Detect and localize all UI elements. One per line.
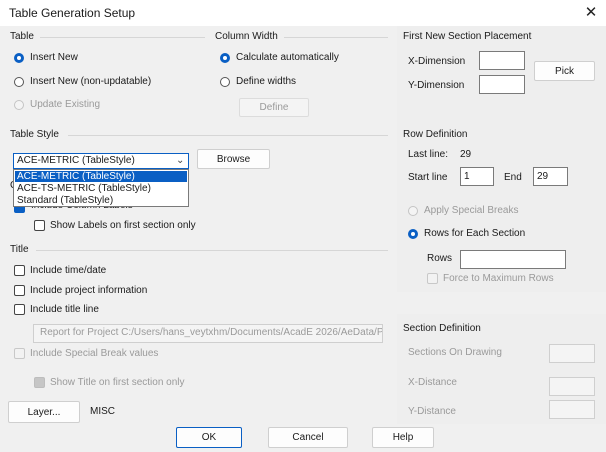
table-style-option[interactable]: Standard (TableStyle) — [16, 195, 113, 206]
y-dimension-label: Y-Dimension — [408, 80, 465, 91]
row-definition-header: Row Definition — [403, 129, 468, 140]
insert-new-label[interactable]: Insert New — [30, 52, 78, 63]
force-max-rows-label[interactable]: Force to Maximum Rows — [443, 273, 554, 284]
end-label: End — [504, 172, 522, 183]
table-style-option[interactable]: ACE-METRIC (TableStyle) — [15, 171, 187, 182]
title-line-input[interactable]: Report for Project C:/Users/hans_veytxhm… — [33, 324, 383, 343]
x-distance-input[interactable] — [549, 377, 595, 396]
sections-on-drawing-input[interactable] — [549, 344, 595, 363]
layer-value: MISC — [90, 406, 115, 417]
x-dimension-label: X-Dimension — [408, 56, 466, 67]
section-definition-header: Section Definition — [403, 323, 481, 334]
rows-input[interactable] — [460, 250, 566, 269]
include-title-line-label[interactable]: Include title line — [30, 304, 99, 315]
insert-new-nonupdatable-label[interactable]: Insert New (non-updatable) — [30, 76, 151, 87]
table-style-header: Table Style — [10, 129, 59, 140]
table-group-header: Table — [10, 31, 34, 42]
show-title-first-label[interactable]: Show Title on first section only — [50, 377, 185, 388]
pick-button[interactable]: Pick — [534, 61, 595, 81]
table-style-option[interactable]: ACE-TS-METRIC (TableStyle) — [16, 183, 151, 194]
y-distance-label: Y-Distance — [408, 406, 456, 417]
sections-on-drawing-label: Sections On Drawing — [408, 347, 502, 358]
table-style-separator — [68, 135, 388, 136]
include-time-checkbox[interactable] — [14, 265, 25, 276]
force-max-rows-checkbox[interactable] — [427, 273, 438, 284]
first-new-header: First New Section Placement — [403, 31, 532, 42]
include-project-checkbox[interactable] — [14, 285, 25, 296]
column-width-separator — [284, 37, 388, 38]
insert-new-nonupdatable-radio[interactable] — [14, 77, 24, 87]
ok-button[interactable]: OK — [176, 427, 242, 448]
start-line-label: Start line — [408, 172, 448, 183]
calc-auto-label[interactable]: Calculate automatically — [236, 52, 339, 63]
layer-button[interactable]: Layer... — [8, 401, 80, 423]
table-style-combo[interactable]: ACE-METRIC (TableStyle) ⌄ — [13, 153, 189, 169]
column-width-header: Column Width — [215, 31, 278, 42]
rows-each-section-radio[interactable] — [408, 229, 418, 239]
y-dimension-input[interactable] — [479, 75, 525, 94]
update-existing-label[interactable]: Update Existing — [30, 99, 100, 110]
show-labels-first-label[interactable]: Show Labels on first section only — [50, 220, 196, 231]
insert-new-radio[interactable] — [14, 53, 24, 63]
define-widths-label[interactable]: Define widths — [236, 76, 296, 87]
table-separator — [40, 37, 205, 38]
define-button[interactable]: Define — [239, 98, 309, 117]
last-line-value: 29 — [460, 149, 472, 160]
close-button[interactable]: ✕ — [580, 2, 602, 22]
title-line-text: Report for Project C:/Users/hans_veytxhm… — [40, 327, 383, 338]
cancel-button[interactable]: Cancel — [268, 427, 348, 448]
window-title: Table Generation Setup — [9, 6, 136, 20]
include-time-label[interactable]: Include time/date — [30, 265, 106, 276]
include-title-line-checkbox[interactable] — [14, 304, 25, 315]
apply-special-breaks-label[interactable]: Apply Special Breaks — [424, 205, 519, 216]
include-project-label[interactable]: Include project information — [30, 285, 147, 296]
show-title-first-checkbox[interactable] — [34, 377, 45, 388]
show-labels-first-checkbox[interactable] — [34, 220, 45, 231]
x-dimension-input[interactable] — [479, 51, 525, 70]
end-input[interactable] — [533, 167, 568, 186]
chevron-down-icon: ⌄ — [176, 155, 185, 166]
table-style-dropdown-list[interactable]: ACE-METRIC (TableStyle) ACE-TS-METRIC (T… — [13, 169, 189, 207]
calc-auto-radio[interactable] — [220, 53, 230, 63]
update-existing-radio[interactable] — [14, 100, 24, 110]
close-icon: ✕ — [584, 4, 598, 21]
help-button[interactable]: Help — [372, 427, 434, 448]
table-style-combo-value: ACE-METRIC (TableStyle) — [17, 155, 135, 166]
x-distance-label: X-Distance — [408, 377, 457, 388]
last-line-label: Last line: — [408, 149, 449, 160]
start-line-input[interactable] — [460, 167, 494, 186]
title-header: Title — [10, 244, 29, 255]
include-special-break-label[interactable]: Include Special Break values — [30, 348, 158, 359]
define-widths-radio[interactable] — [220, 77, 230, 87]
title-separator — [36, 250, 388, 251]
browse-button[interactable]: Browse — [197, 149, 270, 169]
include-special-break-checkbox[interactable] — [14, 348, 25, 359]
apply-special-breaks-radio[interactable] — [408, 206, 418, 216]
rows-each-section-label[interactable]: Rows for Each Section — [424, 228, 525, 239]
rows-label: Rows — [427, 253, 453, 264]
y-distance-input[interactable] — [549, 400, 595, 419]
